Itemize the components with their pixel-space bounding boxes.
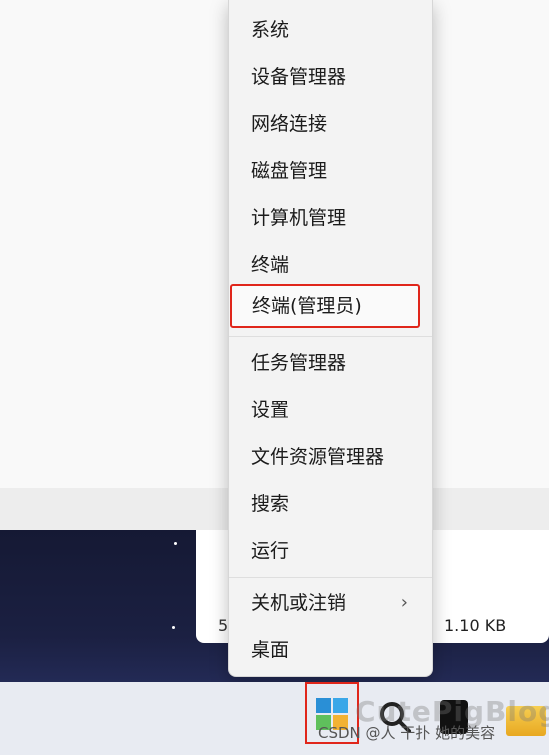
menu-item-task-manager[interactable]: 任务管理器 (229, 341, 432, 385)
menu-item-shutdown-label: 关机或注销 (251, 592, 347, 614)
menu-item-settings[interactable]: 设置 (229, 388, 432, 432)
menu-item-run[interactable]: 运行 (229, 529, 432, 573)
menu-item-desktop[interactable]: 桌面 (229, 628, 432, 672)
menu-separator (229, 577, 432, 578)
menu-item-shutdown[interactable]: 关机或注销 › (229, 581, 432, 625)
file-size-value: 1.10 KB (444, 616, 507, 635)
menu-item-system[interactable]: 系统 (229, 8, 432, 52)
star-dot (172, 626, 175, 629)
menu-item-file-explorer[interactable]: 文件资源管理器 (229, 435, 432, 479)
menu-item-computer-management[interactable]: 计算机管理 (229, 196, 432, 240)
start-context-menu: 系统 设备管理器 网络连接 磁盘管理 计算机管理 终端 终端(管理员) 任务管理… (228, 0, 433, 677)
star-dot (174, 542, 177, 545)
menu-item-disk-management[interactable]: 磁盘管理 (229, 149, 432, 193)
chevron-right-icon: › (400, 592, 408, 613)
watermark-text: CSDN @人 干扑 她的美容 (318, 724, 496, 742)
menu-item-network-connections[interactable]: 网络连接 (229, 102, 432, 146)
menu-item-search[interactable]: 搜索 (229, 482, 432, 526)
menu-item-terminal-admin[interactable]: 终端(管理员) (230, 284, 420, 328)
menu-item-device-manager[interactable]: 设备管理器 (229, 55, 432, 99)
explorer-column-text: 5 (218, 616, 229, 635)
menu-item-terminal[interactable]: 终端 (229, 243, 432, 287)
menu-separator (229, 336, 432, 337)
